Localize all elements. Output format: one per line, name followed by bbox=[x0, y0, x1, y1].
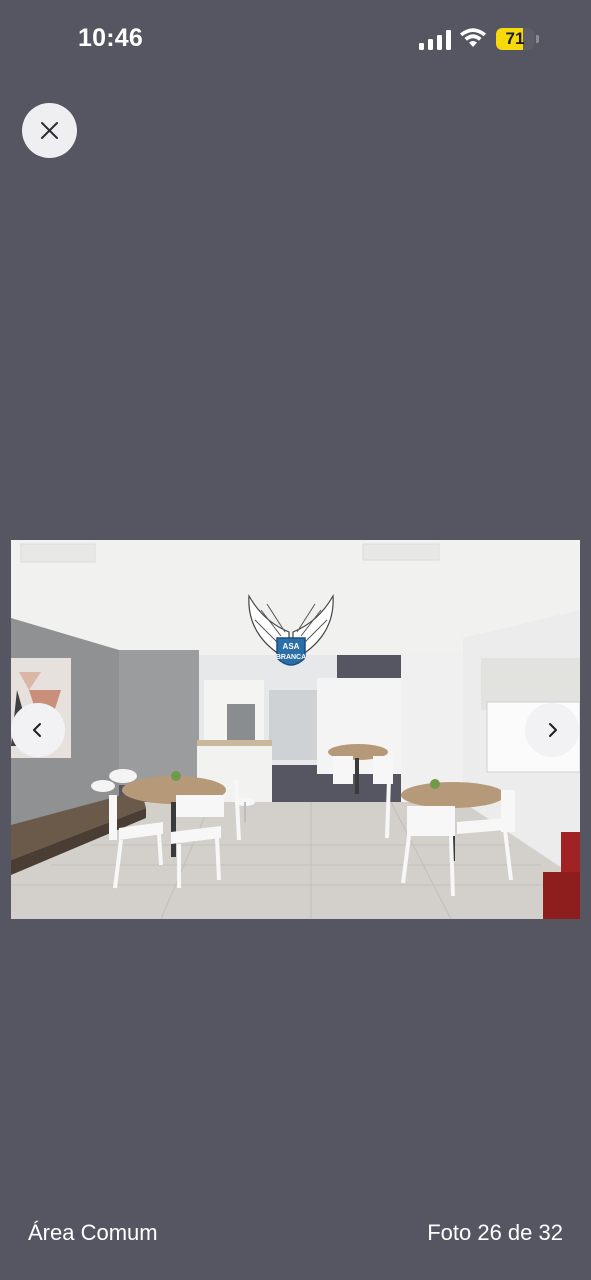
wifi-icon bbox=[460, 28, 486, 47]
battery-body: 71 bbox=[496, 28, 534, 50]
photo-counter: Foto 26 de 32 bbox=[427, 1220, 563, 1245]
battery-cap bbox=[536, 35, 539, 43]
close-icon bbox=[41, 122, 58, 139]
battery-percent: 71 bbox=[505, 29, 525, 48]
status-time: 10:46 bbox=[78, 24, 143, 52]
watermark-line2: BRANCA bbox=[276, 654, 306, 661]
next-photo-button[interactable] bbox=[525, 703, 579, 757]
photo-caption: Área Comum bbox=[28, 1220, 158, 1245]
chevron-right-icon bbox=[549, 723, 557, 737]
watermark-line1: ASA bbox=[283, 642, 300, 651]
previous-photo-button[interactable] bbox=[11, 703, 65, 757]
common-area-photo: ASA BRANCA bbox=[11, 540, 580, 919]
cellular-signal-icon bbox=[419, 30, 451, 50]
gallery-photo[interactable]: ASA BRANCA bbox=[11, 540, 580, 919]
chevron-left-icon bbox=[33, 723, 41, 737]
close-button[interactable] bbox=[22, 103, 77, 158]
battery-indicator: 71 bbox=[496, 28, 540, 50]
status-bar: 10:46 71 bbox=[0, 0, 591, 80]
